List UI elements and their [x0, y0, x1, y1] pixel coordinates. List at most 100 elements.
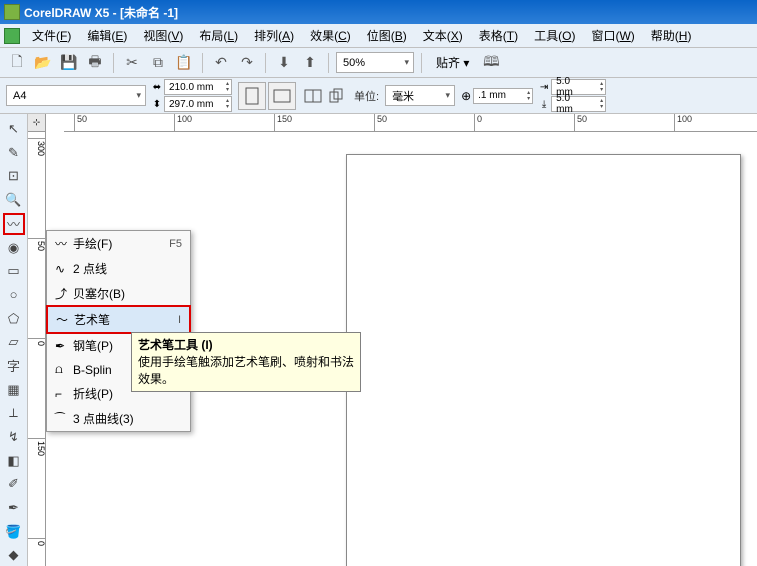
flyout-icon: 〰: [55, 235, 73, 252]
export-button[interactable]: ⬆: [299, 52, 321, 74]
import-button[interactable]: ⬇: [273, 52, 295, 74]
interactive-tool[interactable]: ◧: [3, 450, 25, 472]
menu-e[interactable]: 编辑(E): [79, 24, 135, 47]
menu-t[interactable]: 表格(T): [471, 24, 526, 47]
shape-tool[interactable]: ✎: [3, 142, 25, 164]
property-bar: A4 ⬌210.0 mm ⬍297.0 mm 单位: 毫米 ⊕ .1 mm ⇥5…: [0, 78, 757, 114]
fill-tool[interactable]: 🪣: [3, 521, 25, 543]
menu-b[interactable]: 位图(B): [359, 24, 415, 47]
redo-button[interactable]: ↷: [236, 52, 258, 74]
basic-shapes-tool[interactable]: ▱: [3, 331, 25, 353]
horizontal-ruler[interactable]: 5010015050050100150: [64, 114, 757, 132]
menu-f[interactable]: 文件(F): [24, 24, 79, 47]
paste-button[interactable]: 📋: [173, 52, 195, 74]
pages-button-2[interactable]: [326, 85, 348, 107]
smart-fill-tool[interactable]: ◉: [3, 237, 25, 259]
copy-button[interactable]: ⧉: [147, 52, 169, 74]
title-bar: CorelDRAW X5 - [未命名 -1]: [0, 0, 757, 24]
separator: [202, 53, 203, 73]
title-text: CorelDRAW X5 - [未命名 -1]: [24, 4, 178, 21]
nudge-input[interactable]: .1 mm: [473, 88, 533, 104]
pages-button-1[interactable]: [302, 85, 324, 107]
text-tool[interactable]: 字: [3, 355, 25, 377]
menu-w[interactable]: 窗口(W): [583, 24, 642, 47]
flyout-icon: ✒: [55, 339, 73, 353]
height-value: 297.0 mm: [169, 99, 213, 110]
zoom-tool[interactable]: 🔍: [3, 189, 25, 211]
separator: [113, 53, 114, 73]
page-size-dropdown[interactable]: A4: [6, 85, 146, 106]
units-dropdown[interactable]: 毫米: [385, 85, 455, 106]
flyout-label: 3 点曲线(3): [73, 410, 182, 427]
menu-x[interactable]: 文本(X): [415, 24, 471, 47]
flyout-item[interactable]: 〰手绘(F)F5: [47, 231, 190, 256]
vertical-ruler[interactable]: 3005001500: [28, 132, 46, 566]
dup-x-icon: ⇥: [539, 82, 551, 93]
save-button[interactable]: 💾: [58, 52, 80, 74]
page-width-input[interactable]: 210.0 mm: [164, 79, 232, 95]
cut-button[interactable]: ✂: [121, 52, 143, 74]
undo-button[interactable]: ↶: [210, 52, 232, 74]
flyout-item[interactable]: ⁀3 点曲线(3): [47, 406, 190, 431]
flyout-shortcut: F5: [169, 238, 182, 250]
flyout-label: 艺术笔: [74, 311, 178, 328]
menu-o[interactable]: 工具(O): [526, 24, 583, 47]
separator: [328, 53, 329, 73]
crop-tool[interactable]: ⊡: [3, 165, 25, 187]
page-height-input[interactable]: 297.0 mm: [164, 96, 232, 112]
menu-bar: 文件(F)编辑(E)视图(V)布局(L)排列(A)效果(C)位图(B)文本(X)…: [0, 24, 757, 48]
app-icon: [4, 4, 20, 20]
flyout-item[interactable]: ⤴贝塞尔(B): [47, 281, 190, 306]
flyout-label: 2 点线: [73, 260, 182, 277]
flyout-item[interactable]: 〜艺术笔I: [46, 305, 191, 334]
ruler-origin[interactable]: ⊹: [28, 114, 46, 132]
zoom-dropdown[interactable]: 50%: [336, 52, 414, 73]
height-icon: ⬍: [152, 99, 164, 110]
polygon-tool[interactable]: ⬠: [3, 308, 25, 330]
page-1: [346, 154, 741, 566]
separator: [421, 53, 422, 73]
flyout-icon: ⁀: [55, 412, 73, 426]
menu-h[interactable]: 帮助(H): [643, 24, 700, 47]
width-value: 210.0 mm: [169, 82, 213, 93]
flyout-icon: 〜: [56, 311, 74, 328]
separator: [265, 53, 266, 73]
units-label: 单位:: [354, 88, 379, 104]
landscape-button[interactable]: [268, 82, 296, 110]
options-button[interactable]: 🕮: [480, 52, 502, 74]
portrait-button[interactable]: [238, 82, 266, 110]
nudge-icon: ⊕: [461, 89, 471, 103]
dup-y-input[interactable]: 5.0 mm: [551, 96, 606, 112]
menu-c[interactable]: 效果(C): [302, 24, 359, 47]
nudge-value: .1 mm: [478, 90, 506, 101]
connector-tool[interactable]: ↯: [3, 426, 25, 448]
print-button[interactable]: 🖶: [84, 52, 106, 74]
tooltip-body: 使用手绘笔触添加艺术笔刷、喷射和书法效果。: [138, 354, 354, 388]
tooltip-title: 艺术笔工具 (I): [138, 337, 354, 354]
snap-dropdown[interactable]: 贴齐 ▾: [429, 51, 476, 74]
units-value: 毫米: [392, 88, 414, 104]
flyout-item[interactable]: ∿2 点线: [47, 256, 190, 281]
ellipse-tool[interactable]: ○: [3, 284, 25, 306]
open-button[interactable]: 📂: [32, 52, 54, 74]
new-button[interactable]: 🗋: [6, 52, 28, 74]
dimension-tool[interactable]: ⟂: [3, 402, 25, 424]
rectangle-tool[interactable]: ▭: [3, 260, 25, 282]
table-tool[interactable]: ▦: [3, 379, 25, 401]
outline-tool[interactable]: ✒: [3, 497, 25, 519]
toolbox: ↖ ✎ ⊡ 🔍 〰 ◉ ▭ ○ ⬠ ▱ 字 ▦ ⟂ ↯ ◧ ✐ ✒ 🪣 ◆: [0, 114, 28, 566]
menu-l[interactable]: 布局(L): [191, 24, 246, 47]
standard-toolbar: 🗋 📂 💾 🖶 ✂ ⧉ 📋 ↶ ↷ ⬇ ⬆ 50% 贴齐 ▾ 🕮: [0, 48, 757, 78]
pick-tool[interactable]: ↖: [3, 118, 25, 140]
canvas[interactable]: 〰手绘(F)F5∿2 点线⤴贝塞尔(B)〜艺术笔I✒钢笔(P)⩍B-Splin⌐…: [46, 132, 757, 566]
flyout-label: 手绘(F): [73, 235, 169, 252]
flyout-label: 贝塞尔(B): [73, 285, 182, 302]
dup-y-icon: ⤓: [539, 99, 551, 110]
menu-v[interactable]: 视图(V): [135, 24, 191, 47]
flyout-icon: ∿: [55, 262, 73, 276]
interactive-fill-tool[interactable]: ◆: [3, 544, 25, 566]
eyedropper-tool[interactable]: ✐: [3, 473, 25, 495]
freehand-tool[interactable]: 〰: [3, 213, 25, 235]
doc-icon: [4, 28, 20, 44]
menu-a[interactable]: 排列(A): [246, 24, 302, 47]
